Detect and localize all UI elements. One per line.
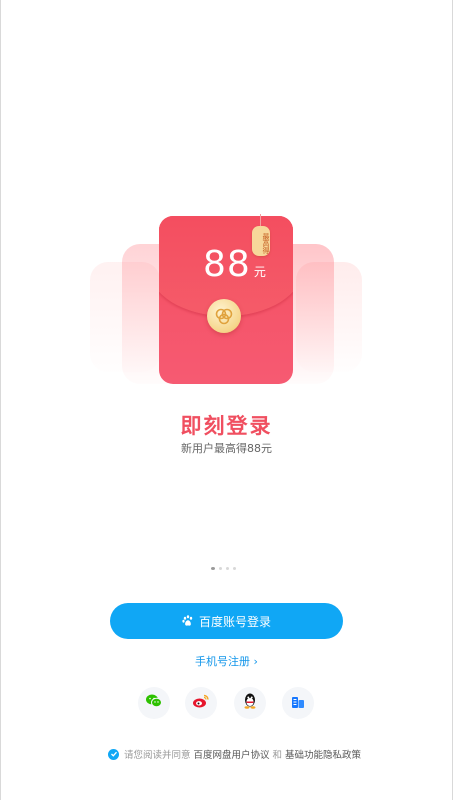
agreement-prefix: 请您阅读并同意 [124,750,191,761]
agreement-conjunction: 和 [272,750,283,761]
weibo-icon [192,693,210,713]
user-agreement-link[interactable]: 百度网盘用户协议 [194,747,270,761]
amount-value: 88 [203,244,251,285]
baidu-login-button[interactable]: 百度账号登录 [110,603,343,639]
carousel-dot[interactable] [211,567,215,570]
baidu-login-label: 百度账号登录 [198,614,271,629]
privacy-policy-link[interactable]: 基础功能隐私政策 [285,747,361,761]
weibo-login-button[interactable] [185,687,217,719]
agree-checkbox[interactable] [108,748,119,760]
carousel-dot[interactable] [219,567,222,570]
max-reward-tag: 最高得 [252,226,270,256]
wechat-login-button[interactable] [138,687,170,719]
promo-subtitle: 新用户最高得88元 [181,442,272,455]
qq-icon [242,692,258,714]
envelope-seal-icon [207,299,241,333]
amount-unit: 元 [253,265,266,279]
qq-login-button[interactable] [234,687,266,719]
window-frame [0,0,453,800]
promo-title: 即刻登录 [180,414,273,438]
carousel-dot[interactable] [226,567,229,570]
check-icon [110,751,117,757]
agreement-row: 请您阅读并同意 百度网盘用户协议 和 基础功能隐私政策 [108,747,361,761]
carousel-dot[interactable] [233,567,236,570]
enterprise-login-button[interactable] [282,687,314,719]
enterprise-icon [291,694,305,713]
phone-register-link[interactable]: 手机号注册 › [0,653,453,669]
baidu-paw-icon [182,615,194,627]
carousel-indicator [211,567,236,570]
wechat-icon [145,693,163,713]
